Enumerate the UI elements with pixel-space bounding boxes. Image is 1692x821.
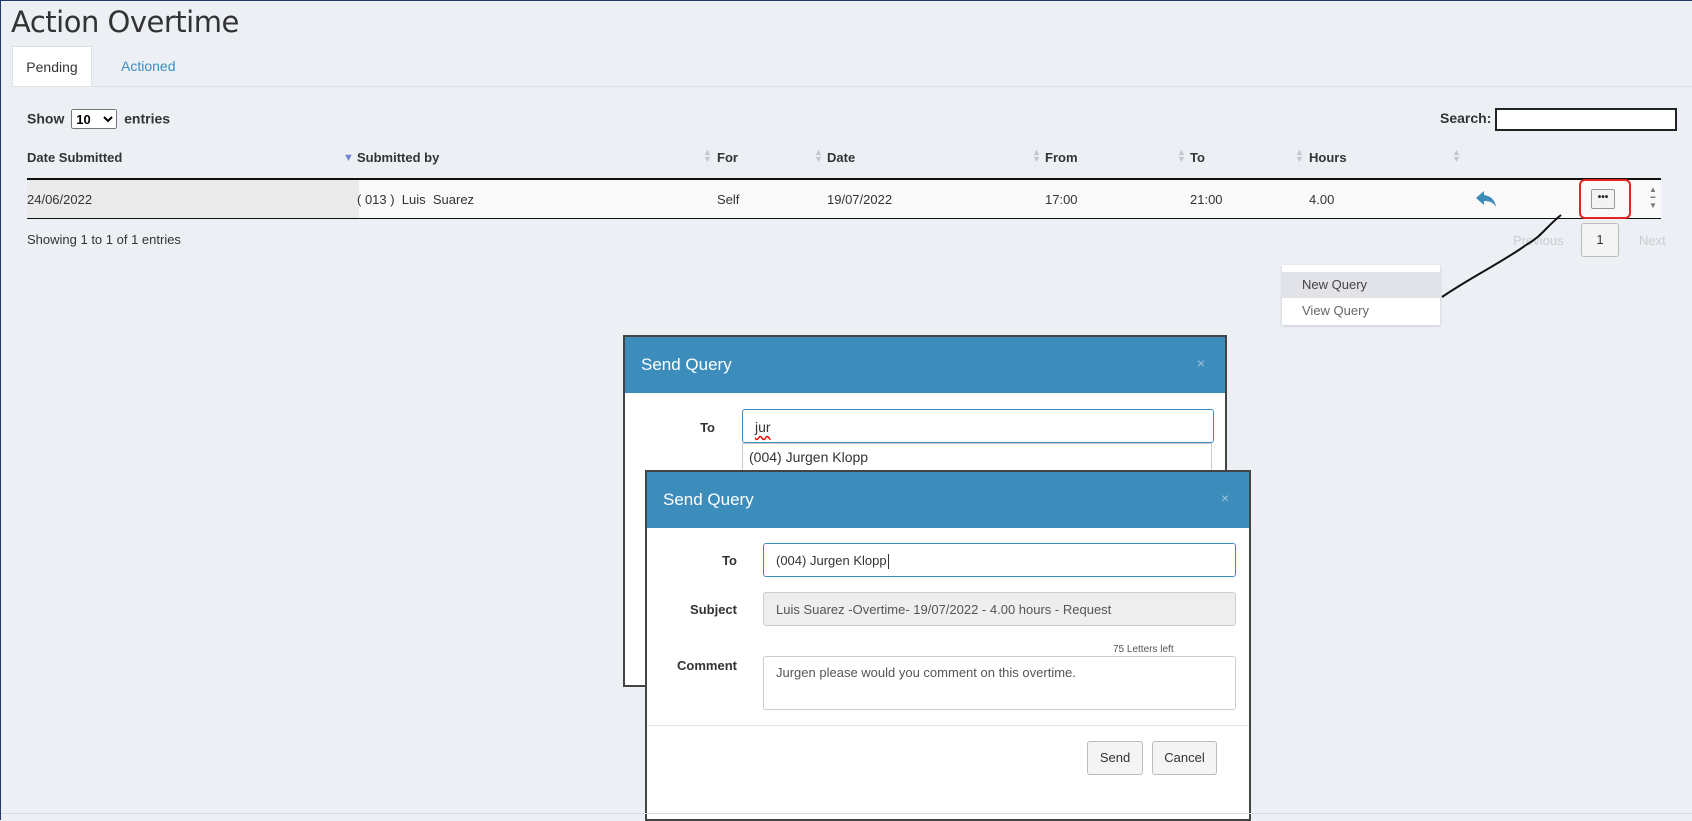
- to-input-value: jur: [755, 419, 771, 435]
- col-submitted-by[interactable]: Submitted by: [357, 150, 439, 165]
- col-to[interactable]: To: [1190, 150, 1205, 165]
- sort-icon: ▲ ▼: [1452, 147, 1461, 164]
- entries-label: entries: [124, 110, 171, 127]
- text-caret: [887, 554, 889, 570]
- col-for[interactable]: For: [717, 150, 738, 165]
- cell-for: Self: [717, 192, 740, 207]
- tab-pending[interactable]: Pending: [12, 46, 92, 86]
- cell-submitted-by: ( 013 ) Luis Suarez: [357, 192, 475, 207]
- tab-bar: Pending Actioned: [12, 46, 1692, 87]
- entries-length-control: Show 10 entries: [27, 109, 170, 129]
- send-button[interactable]: Send: [1087, 741, 1143, 775]
- cell-hours: 4.00: [1309, 192, 1335, 207]
- subject-label: Subject: [690, 602, 737, 617]
- sort-icon: ▲ ▼: [814, 147, 823, 164]
- ellipsis-icon[interactable]: •••: [1591, 189, 1615, 209]
- table-row: 24/06/2022 ( 013 ) Luis Suarez Self 19/0…: [27, 179, 1661, 219]
- search-input[interactable]: [1495, 108, 1677, 131]
- to-input[interactable]: (004) Jurgen Klopp: [763, 543, 1236, 577]
- modal-title: Send Query: [663, 490, 754, 509]
- row-action-menu: New Query View Query: [1282, 265, 1440, 325]
- table-header: Date Submitted ▼ Submitted by ▲ ▼ For ▲ ▼ …: [27, 146, 1661, 180]
- to-label: To: [722, 553, 737, 568]
- letters-left-counter: 75 Letters left: [1113, 644, 1174, 655]
- pagination-page[interactable]: 1: [1581, 223, 1619, 257]
- modal-footer-divider: [647, 725, 1249, 726]
- close-icon[interactable]: ×: [1197, 355, 1205, 371]
- to-label: To: [700, 420, 715, 435]
- sort-icon: ▲ ▼: [1177, 147, 1186, 164]
- menu-item-view-query[interactable]: View Query: [1282, 298, 1440, 324]
- entries-select[interactable]: 10: [71, 109, 118, 129]
- search-label: Search:: [1440, 110, 1492, 126]
- comment-label: Comment: [677, 658, 737, 673]
- col-date[interactable]: Date: [827, 150, 855, 165]
- col-date-submitted[interactable]: Date Submitted: [27, 150, 122, 165]
- col-hours[interactable]: Hours: [1309, 150, 1347, 165]
- pagination-next[interactable]: Next: [1639, 233, 1666, 248]
- modal-header: Send Query ×: [625, 337, 1225, 393]
- cell-date: 19/07/2022: [827, 192, 893, 207]
- autocomplete-suggestion[interactable]: (004) Jurgen Klopp: [742, 443, 1212, 471]
- modal-title: Send Query: [641, 355, 732, 374]
- sort-icon: ▲ ▼: [1032, 147, 1041, 164]
- to-input-value: (004) Jurgen Klopp: [776, 553, 887, 568]
- modal-header: Send Query ×: [647, 472, 1249, 528]
- cell-date-submitted: 24/06/2022: [27, 192, 93, 207]
- col-from[interactable]: From: [1045, 150, 1078, 165]
- close-icon[interactable]: ×: [1221, 490, 1229, 506]
- tab-actioned[interactable]: Actioned: [106, 46, 190, 86]
- send-query-modal: Send Query × To (004) Jurgen Klopp Subje…: [645, 470, 1251, 821]
- pagination-previous[interactable]: Previous: [1513, 233, 1564, 248]
- sort-desc-icon: ▼: [343, 152, 354, 164]
- scroll-arrows-icon[interactable]: ▲ ━ ▼: [1649, 186, 1657, 210]
- cell-from: 17:00: [1045, 192, 1078, 207]
- row-menu-highlight: •••: [1579, 179, 1631, 219]
- table-info: Showing 1 to 1 of 1 entries: [27, 232, 181, 247]
- show-label: Show: [27, 110, 65, 127]
- footer-divider: [1, 813, 1692, 814]
- reply-icon[interactable]: [1475, 189, 1497, 209]
- sort-icon: ▲ ▼: [1295, 147, 1304, 164]
- comment-textarea[interactable]: Jurgen please would you comment on this …: [763, 656, 1236, 710]
- page-title: Action Overtime: [11, 5, 239, 39]
- cancel-button[interactable]: Cancel: [1152, 741, 1217, 775]
- subject-input: Luis Suarez -Overtime- 19/07/2022 - 4.00…: [763, 592, 1236, 626]
- sort-icon: ▲ ▼: [703, 147, 712, 164]
- menu-item-new-query[interactable]: New Query: [1282, 272, 1440, 298]
- to-input[interactable]: jur: [742, 409, 1214, 443]
- cell-to: 21:00: [1190, 192, 1223, 207]
